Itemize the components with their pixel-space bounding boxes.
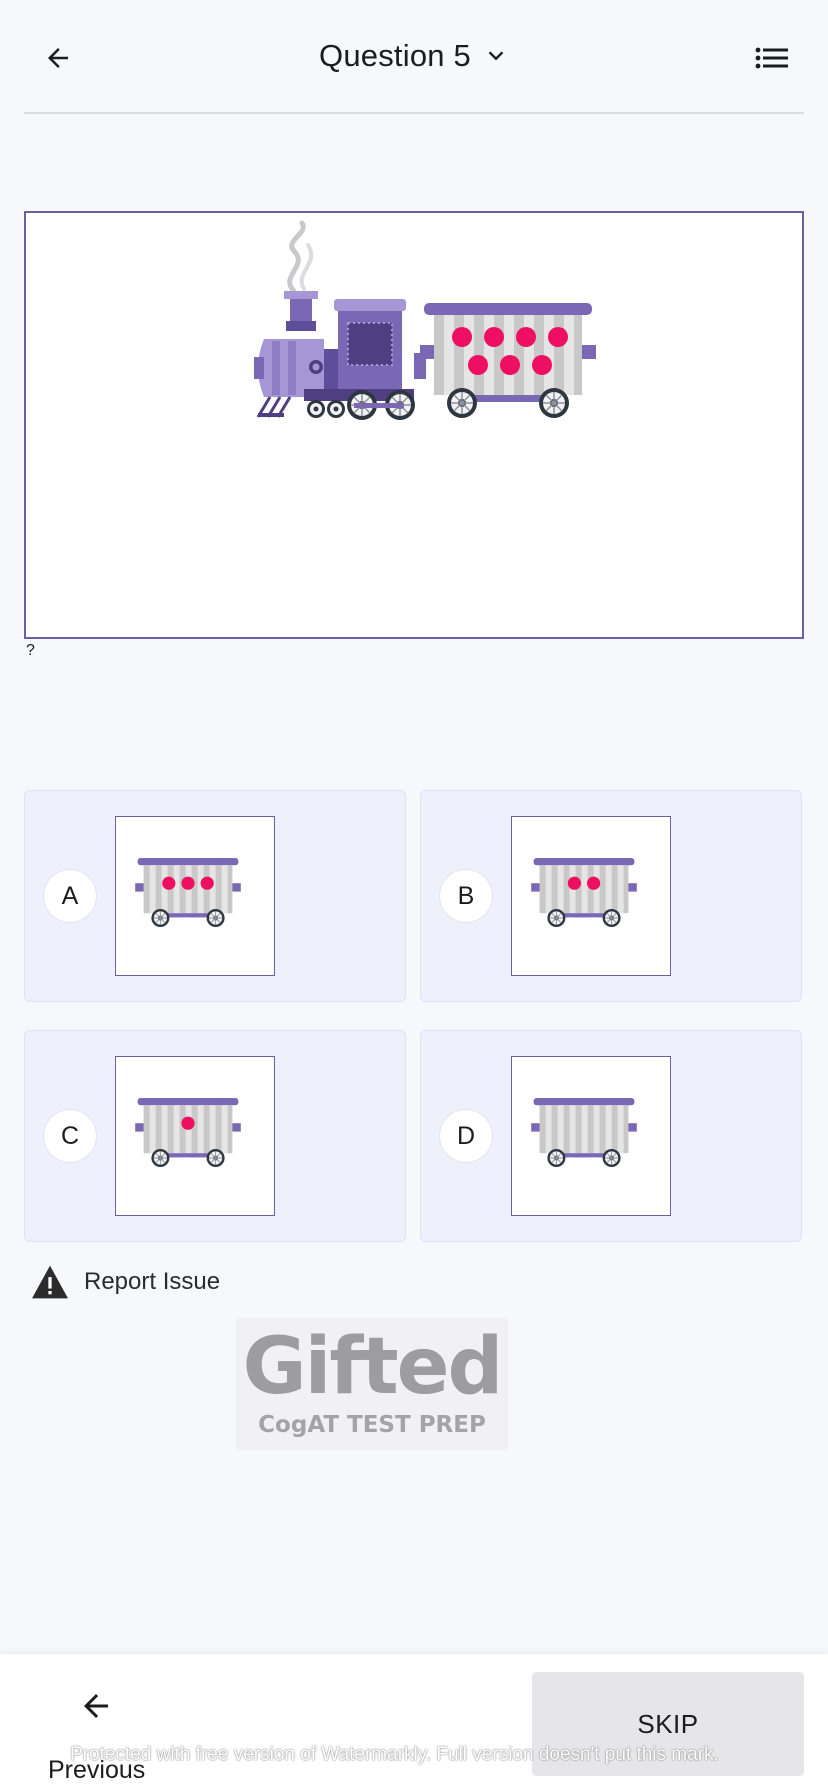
train-pattern-illustration: [26, 213, 802, 637]
question-screen: Question 5 ? A B C D Report Issue Gifted…: [0, 0, 828, 1792]
bottom-navigation: Previous SKIP: [0, 1654, 828, 1792]
logo-title: Gifted: [242, 1322, 504, 1412]
skip-label: SKIP: [637, 1708, 699, 1739]
question-selector[interactable]: Question 5: [0, 32, 828, 80]
option-image: [511, 816, 671, 976]
chevron-down-icon: [483, 43, 509, 69]
top-wagon: [420, 303, 596, 418]
list-icon: [755, 47, 788, 69]
option-c[interactable]: C: [24, 1030, 406, 1242]
question-list-button[interactable]: [748, 36, 796, 80]
option-letter: C: [43, 1109, 97, 1163]
option-image: [511, 1056, 671, 1216]
page-title: Question 5: [319, 38, 471, 73]
report-issue-link[interactable]: Report Issue: [30, 1262, 220, 1302]
option-letter: B: [439, 869, 493, 923]
option-a[interactable]: A: [24, 790, 406, 1002]
top-locomotive: [254, 223, 426, 420]
header: Question 5: [0, 0, 828, 112]
option-d[interactable]: D: [420, 1030, 802, 1242]
question-image: ?: [24, 211, 804, 659]
option-image: [115, 816, 275, 976]
gifted-logo: Gifted CogAT TEST PREP: [236, 1318, 508, 1450]
warning-icon: [32, 1265, 68, 1299]
option-letter: D: [439, 1109, 493, 1163]
bottom-wagon-2: ?: [26, 642, 35, 659]
option-letter: A: [43, 869, 97, 923]
logo-subtitle: CogAT TEST PREP: [258, 1412, 486, 1438]
watermark-text: Protected with free version of Watermark…: [70, 1744, 719, 1765]
report-issue-label: Report Issue: [84, 1268, 221, 1295]
option-image: [115, 1056, 275, 1216]
arrow-left-icon: [84, 1694, 108, 1718]
option-b[interactable]: B: [420, 790, 802, 1002]
header-divider: [24, 112, 804, 114]
